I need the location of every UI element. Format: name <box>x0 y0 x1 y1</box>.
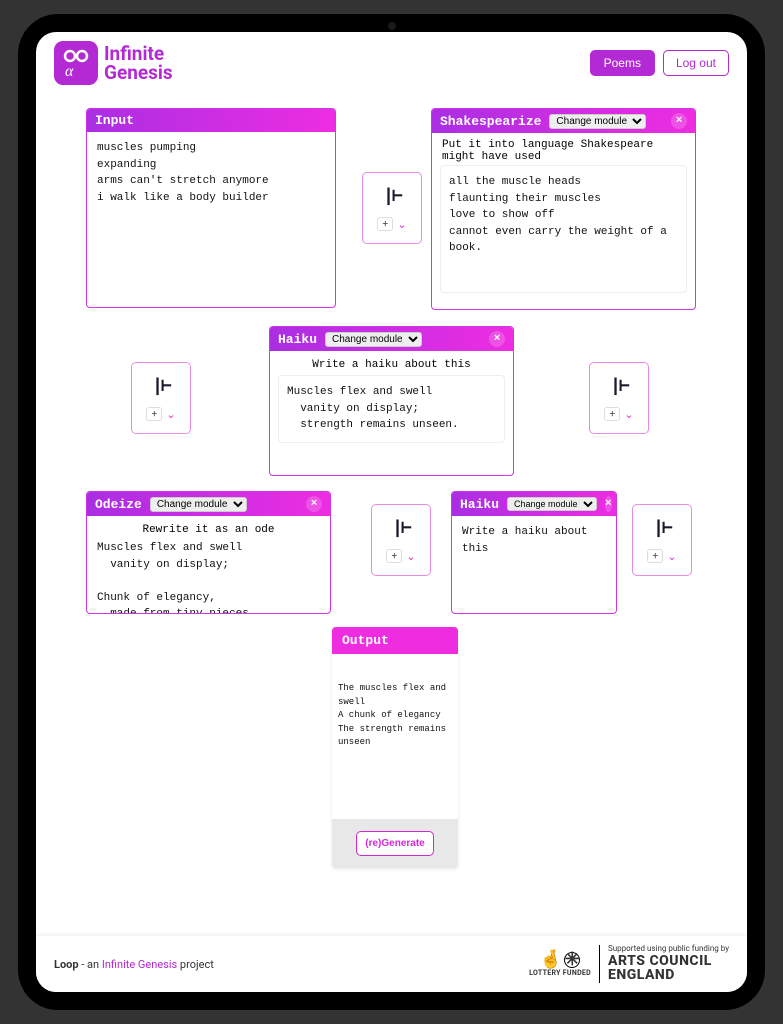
footer: Loop - an Infinite Genesis project 🤞 ✳ L… <box>36 936 747 992</box>
regenerate-button[interactable]: (re)Generate <box>356 831 433 856</box>
module-input-title: Input <box>95 113 134 128</box>
module-output-title: Output <box>332 627 458 654</box>
close-icon[interactable]: × <box>489 331 505 347</box>
pipe-add-button[interactable]: + <box>377 217 393 231</box>
pipe-box-4: |⊢ + ⌄ <box>371 504 431 576</box>
module-haiku2-desc: Write a haiku about this <box>452 516 616 565</box>
footer-suffix: project <box>177 958 214 971</box>
module-odeize-body[interactable]: Muscles flex and swell vanity on display… <box>87 540 330 614</box>
close-icon[interactable]: × <box>605 496 612 512</box>
module-haiku1-header: Haiku Change module × <box>270 327 513 351</box>
pipe-box-1: |⊢ + ⌄ <box>362 172 422 244</box>
module-haiku2-select[interactable]: Change module <box>507 497 597 511</box>
pipe-icon: |⊢ <box>383 185 401 207</box>
pipe-caret-icon[interactable]: ⌄ <box>397 218 406 231</box>
module-output: Output The muscles flex and swell A chun… <box>332 627 458 868</box>
brand-logo[interactable]: α Infinite Genesis <box>54 41 173 85</box>
module-shakespearize: Shakespearize Change module × Put it int… <box>431 108 696 310</box>
lottery-text: LOTTERY FUNDED <box>529 969 591 977</box>
module-odeize-select[interactable]: Change module <box>150 497 247 512</box>
brand-line2: Genesis <box>104 63 173 82</box>
close-icon[interactable]: × <box>671 113 687 129</box>
pipe-add-button[interactable]: + <box>146 407 162 421</box>
pipe-icon: |⊢ <box>610 375 628 397</box>
module-haiku2-header: Haiku Change module × <box>452 492 616 516</box>
module-input: Input muscles pumping expanding arms can… <box>86 108 336 308</box>
module-haiku1-body[interactable]: Muscles flex and swell vanity on display… <box>278 375 505 443</box>
pipe-caret-icon[interactable]: ⌄ <box>667 550 676 563</box>
footer-middle: - an <box>79 958 102 971</box>
pipe-icon: |⊢ <box>152 375 170 397</box>
pipe-add-button[interactable]: + <box>604 407 620 421</box>
module-shakespearize-select[interactable]: Change module <box>549 114 646 129</box>
module-haiku2-title: Haiku <box>460 497 499 512</box>
pipe-caret-icon[interactable]: ⌄ <box>406 550 415 563</box>
pipe-add-button[interactable]: + <box>647 549 663 563</box>
arts-council-logo: 🤞 ✳ LOTTERY FUNDED Supported using publi… <box>529 945 729 983</box>
module-odeize-title: Odeize <box>95 497 142 512</box>
module-haiku2: Haiku Change module × Write a haiku abou… <box>451 491 617 614</box>
pluscircle-icon: ✳ <box>564 952 580 968</box>
brand-logo-icon: α <box>54 41 98 85</box>
poems-button[interactable]: Poems <box>590 50 655 76</box>
pipe-add-button[interactable]: + <box>386 549 402 563</box>
module-haiku1-select[interactable]: Change module <box>325 332 422 347</box>
module-input-body[interactable]: muscles pumping expanding arms can't str… <box>87 132 335 306</box>
module-haiku1: Haiku Change module × Write a haiku abou… <box>269 326 514 476</box>
footer-link[interactable]: Infinite Genesis <box>102 958 177 971</box>
pipe-caret-icon[interactable]: ⌄ <box>166 408 175 421</box>
module-odeize: Odeize Change module × Rewrite it as an … <box>86 491 331 614</box>
module-shakespearize-title: Shakespearize <box>440 114 541 129</box>
module-shakespearize-body[interactable]: all the muscle heads flaunting their mus… <box>440 165 687 293</box>
arts-council-line2: ENGLAND <box>608 968 729 983</box>
module-haiku1-title: Haiku <box>278 332 317 347</box>
pipe-icon: |⊢ <box>653 517 671 539</box>
app-header: α Infinite Genesis Poems Log out <box>36 32 747 86</box>
module-odeize-desc: Rewrite it as an ode <box>87 516 330 540</box>
pipe-box-5: |⊢ + ⌄ <box>632 504 692 576</box>
pipe-icon: |⊢ <box>392 517 410 539</box>
pipe-box-2: |⊢ + ⌄ <box>131 362 191 434</box>
close-icon[interactable]: × <box>306 496 322 512</box>
arts-council-line1: ARTS COUNCIL <box>608 954 729 969</box>
footer-app-name: Loop <box>54 958 79 971</box>
module-odeize-header: Odeize Change module × <box>87 492 330 516</box>
logout-button[interactable]: Log out <box>663 50 729 76</box>
module-output-body: The muscles flex and swell A chunk of el… <box>332 654 458 819</box>
tablet-camera <box>388 22 396 30</box>
module-shakespearize-header: Shakespearize Change module × <box>432 109 695 133</box>
module-haiku1-desc: Write a haiku about this <box>270 351 513 375</box>
pipe-box-3: |⊢ + ⌄ <box>589 362 649 434</box>
lottery-icon: 🤞 <box>540 951 563 969</box>
svg-text:α: α <box>65 63 74 80</box>
module-input-header: Input <box>87 109 335 132</box>
pipe-caret-icon[interactable]: ⌄ <box>624 408 633 421</box>
module-shakespearize-desc: Put it into language Shakespeare might h… <box>432 133 695 165</box>
